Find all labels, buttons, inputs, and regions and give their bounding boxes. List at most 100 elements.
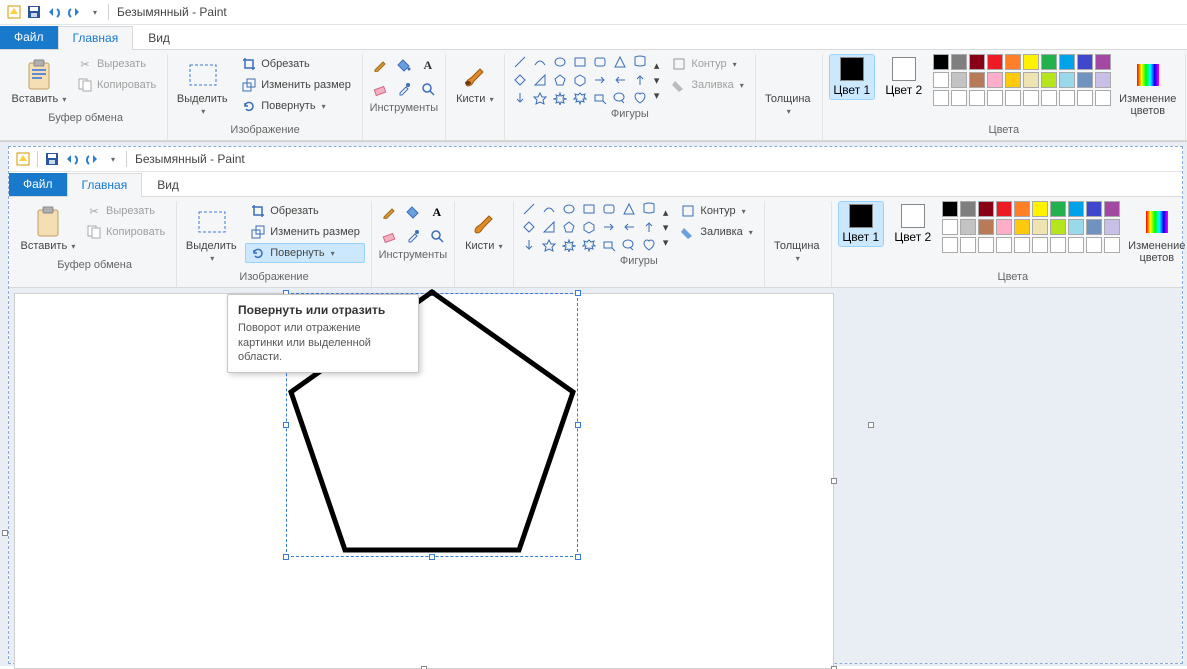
outer-canvas-handle-w[interactable] (2, 530, 8, 536)
inner-canvas-area[interactable]: Повернуть или отразить Поворот или отраж… (9, 288, 1182, 663)
qat-customize-button[interactable]: ▾ (84, 2, 104, 22)
shape-item[interactable] (551, 72, 569, 88)
eraser-tool[interactable] (369, 78, 391, 100)
color-swatch[interactable] (1032, 219, 1048, 235)
color2-button[interactable]: Цвет 2 (890, 201, 936, 247)
color-swatch[interactable] (1023, 72, 1039, 88)
color-swatch-empty[interactable] (1086, 237, 1102, 253)
color-swatch[interactable] (1095, 54, 1111, 70)
color-swatch-empty[interactable] (1077, 90, 1093, 106)
qat-save-button[interactable] (42, 149, 62, 169)
shape-item[interactable] (611, 90, 629, 106)
shapes-scroll-down[interactable]: ▾ (651, 73, 663, 88)
shapes-scroll-down[interactable]: ▾ (660, 220, 672, 235)
color-swatch[interactable] (1014, 219, 1030, 235)
color-swatch[interactable] (960, 219, 976, 235)
shape-item[interactable] (591, 54, 609, 70)
shape-item[interactable] (551, 90, 569, 106)
color-swatch[interactable] (960, 201, 976, 217)
brushes-button[interactable]: Кисти ▾ (452, 54, 498, 110)
shape-item[interactable] (591, 72, 609, 88)
shape-fill-button[interactable]: Заливка▾ (675, 222, 757, 242)
color-swatch-empty[interactable] (933, 90, 949, 106)
copy-button[interactable]: Копировать (72, 75, 161, 95)
color-swatch-empty[interactable] (960, 237, 976, 253)
qat-redo-button[interactable] (82, 149, 102, 169)
shape-item[interactable] (620, 219, 638, 235)
color-swatch-empty[interactable] (987, 90, 1003, 106)
shape-item[interactable] (531, 72, 549, 88)
color-swatch[interactable] (1005, 72, 1021, 88)
copy-button[interactable]: Копировать (81, 222, 170, 242)
paste-button[interactable]: Вставить ▾ (10, 54, 68, 110)
shape-fill-button[interactable]: Заливка▾ (666, 75, 748, 95)
shape-item[interactable] (540, 201, 558, 217)
color-swatch[interactable] (1023, 54, 1039, 70)
shape-item[interactable] (620, 201, 638, 217)
rotate-button[interactable]: Повернуть▾ (236, 96, 356, 116)
color-swatch[interactable] (1104, 201, 1120, 217)
shape-item[interactable] (511, 72, 529, 88)
text-tool[interactable]: A (426, 201, 448, 223)
color1-button[interactable]: Цвет 1 (838, 201, 884, 247)
shape-item[interactable] (511, 54, 529, 70)
color-swatch-empty[interactable] (1104, 237, 1120, 253)
drawing-canvas[interactable] (15, 294, 833, 668)
shapes-more[interactable]: ▾ (651, 88, 663, 103)
color-swatch-empty[interactable] (969, 90, 985, 106)
color-swatch-empty[interactable] (1050, 237, 1066, 253)
color-swatch-empty[interactable] (996, 237, 1012, 253)
outer-canvas-handle-e[interactable] (868, 422, 874, 428)
color-swatch[interactable] (933, 54, 949, 70)
shape-item[interactable] (531, 54, 549, 70)
shape-item[interactable] (620, 237, 638, 253)
shape-item[interactable] (611, 72, 629, 88)
fill-tool[interactable] (402, 201, 424, 223)
select-button[interactable]: Выделить ▾ (183, 201, 241, 269)
select-button[interactable]: Выделить ▾ (174, 54, 232, 122)
qat-save-button[interactable] (24, 2, 44, 22)
paste-button[interactable]: Вставить ▾ (19, 201, 77, 257)
edit-colors-button[interactable]: Изменение цветов (1126, 201, 1187, 269)
shapes-scroll-up[interactable]: ▴ (651, 58, 663, 73)
qat-undo-button[interactable] (44, 2, 64, 22)
color-swatch-empty[interactable] (1068, 237, 1084, 253)
fill-tool[interactable] (393, 54, 415, 76)
shapes-gallery[interactable] (520, 201, 658, 253)
color-swatch[interactable] (1041, 54, 1057, 70)
color-swatch-empty[interactable] (1041, 90, 1057, 106)
shape-item[interactable] (560, 201, 578, 217)
qat-redo-button[interactable] (64, 2, 84, 22)
home-tab[interactable]: Главная (67, 173, 143, 197)
brushes-button[interactable]: Кисти ▾ (461, 201, 507, 257)
shape-item[interactable] (640, 219, 658, 235)
shape-item[interactable] (631, 54, 649, 70)
shape-item[interactable] (591, 90, 609, 106)
color-swatch[interactable] (987, 72, 1003, 88)
color-swatch[interactable] (1014, 201, 1030, 217)
shape-item[interactable] (571, 54, 589, 70)
shape-item[interactable] (580, 201, 598, 217)
shape-item[interactable] (560, 237, 578, 253)
size-button[interactable]: Толщина ▾ (762, 54, 816, 122)
canvas-handle-e[interactable] (831, 478, 837, 484)
color-swatch[interactable] (1005, 54, 1021, 70)
color-swatch[interactable] (1059, 72, 1075, 88)
pencil-tool[interactable] (378, 201, 400, 223)
color-swatch-empty[interactable] (1095, 90, 1111, 106)
shape-item[interactable] (600, 219, 618, 235)
color-swatch-empty[interactable] (942, 237, 958, 253)
color-swatch[interactable] (987, 54, 1003, 70)
color-swatch[interactable] (978, 219, 994, 235)
color-swatch-empty[interactable] (978, 237, 994, 253)
shape-item[interactable] (520, 219, 538, 235)
color-swatch-empty[interactable] (951, 90, 967, 106)
size-button[interactable]: Толщина ▾ (771, 201, 825, 269)
file-tab[interactable]: Файл (0, 26, 58, 49)
shape-item[interactable] (520, 237, 538, 253)
cut-button[interactable]: ✂Вырезать (72, 54, 161, 74)
color-swatch[interactable] (978, 201, 994, 217)
color-swatch[interactable] (1068, 201, 1084, 217)
color-swatch[interactable] (1032, 201, 1048, 217)
edit-colors-button[interactable]: Изменение цветов (1117, 54, 1179, 122)
